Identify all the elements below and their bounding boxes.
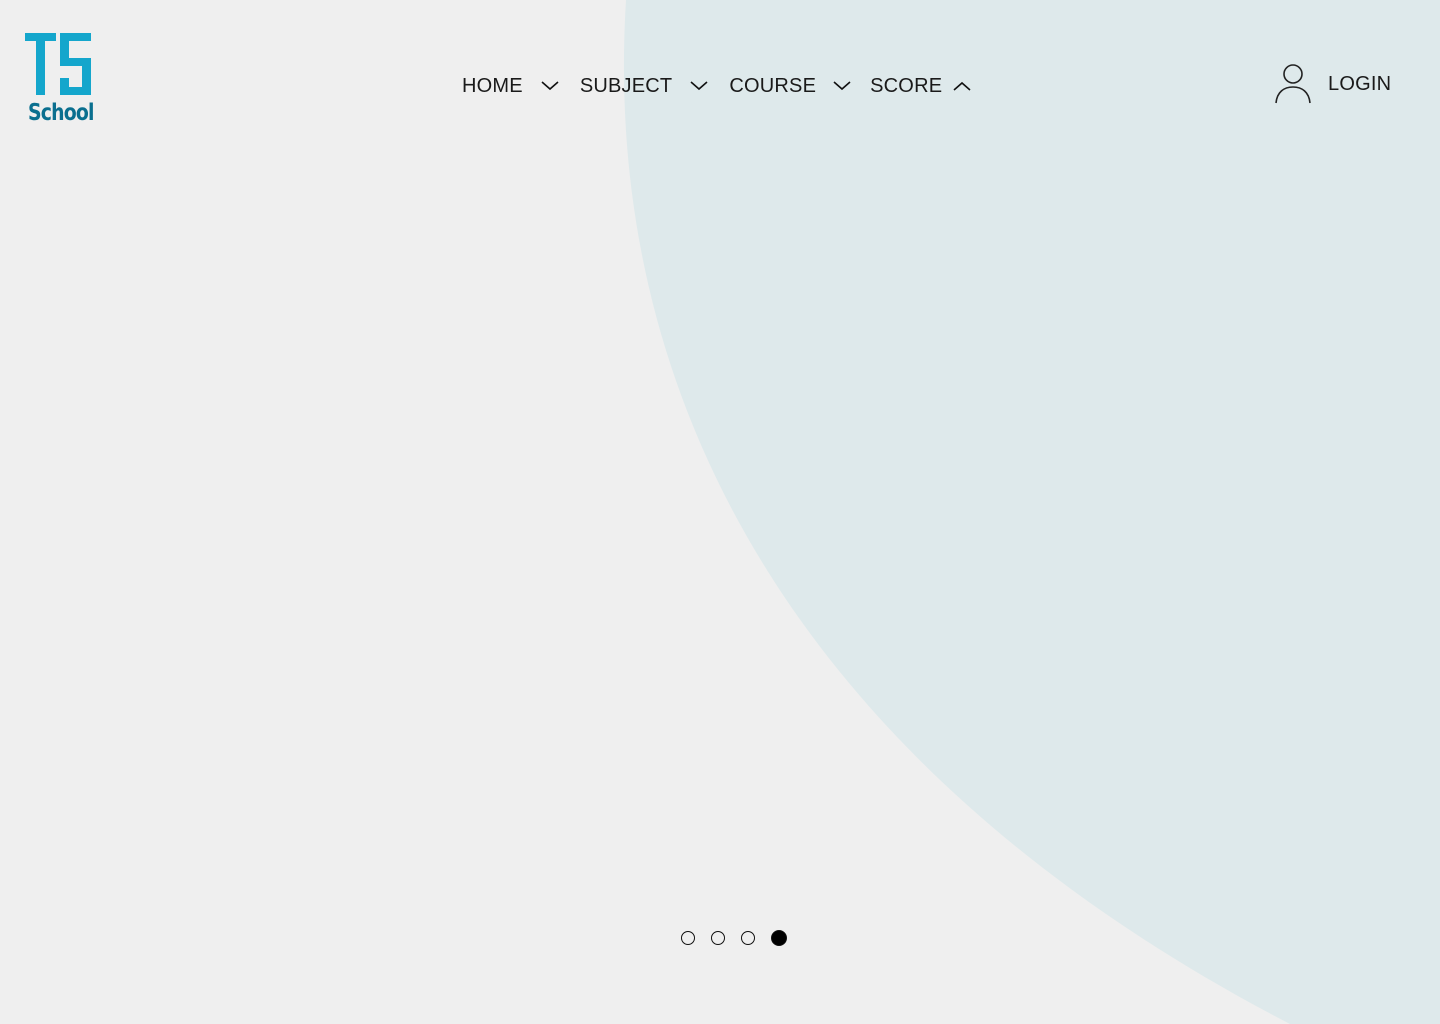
brand-name: School (28, 100, 94, 126)
chevron-down-icon[interactable] (832, 76, 852, 96)
nav-item-home[interactable]: HOME (462, 72, 580, 100)
login-button[interactable]: LOGIN (1274, 62, 1391, 106)
chevron-up-icon[interactable] (952, 76, 972, 96)
main-navigation: HOME SUBJECT COURSE SCORE (462, 72, 972, 100)
chevron-down-icon[interactable] (540, 76, 560, 96)
carousel-dot-3[interactable] (741, 931, 755, 945)
nav-item-home-label: HOME (462, 75, 523, 97)
brand-logo[interactable]: T5 School (24, 30, 94, 134)
carousel-pagination (681, 928, 787, 948)
login-label: LOGIN (1328, 72, 1392, 95)
nav-item-score[interactable]: SCORE (870, 72, 972, 100)
nav-item-subject[interactable]: SUBJECT (580, 72, 730, 100)
nav-item-subject-label: SUBJECT (579, 75, 673, 97)
nav-item-course[interactable]: COURSE (729, 72, 870, 100)
carousel-dot-4-active[interactable] (771, 930, 787, 946)
site-header: T5 School HOME SUBJECT COURSE SCORE (0, 0, 1440, 160)
nav-item-course-label: COURSE (729, 75, 817, 97)
carousel-dot-1[interactable] (681, 931, 695, 945)
user-icon (1275, 64, 1311, 104)
brand-logo-mark (25, 33, 91, 95)
nav-item-score-label: SCORE (870, 75, 943, 97)
chevron-down-icon[interactable] (689, 76, 709, 96)
carousel-dot-2[interactable] (711, 931, 725, 945)
